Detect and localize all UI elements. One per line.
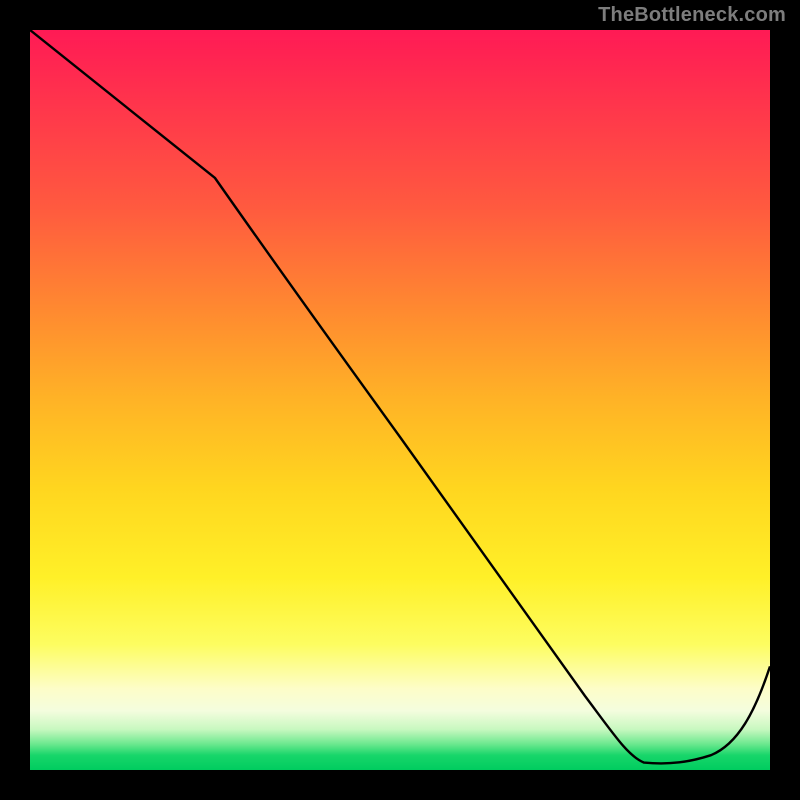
line-curve [30,30,770,770]
chart-frame: TheBottleneck.com [0,0,800,800]
plot-area [30,30,770,770]
watermark-text: TheBottleneck.com [598,4,786,27]
